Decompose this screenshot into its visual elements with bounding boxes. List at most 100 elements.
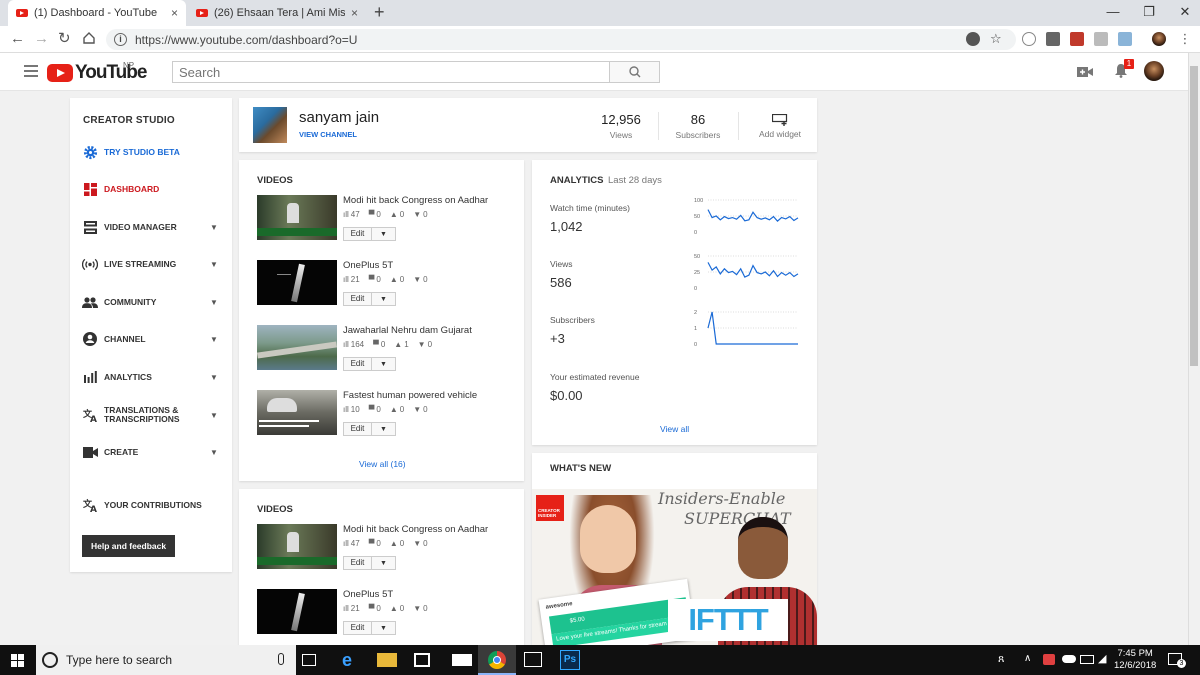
tray-app-icon[interactable] [1043, 654, 1055, 665]
bookmark-star-icon[interactable]: ☆ [990, 32, 1004, 46]
taskbar-search-box[interactable]: Type here to search [36, 645, 296, 675]
extension-gray-icon[interactable] [1094, 32, 1108, 46]
forward-icon[interactable]: → [34, 31, 49, 47]
new-tab-button[interactable]: + [374, 3, 385, 21]
taskbar-clock[interactable]: 7:45 PM 12/6/2018 [1114, 648, 1156, 672]
onedrive-icon[interactable] [1062, 655, 1076, 663]
chevron-down-icon[interactable]: ▼ [210, 373, 218, 382]
videos-card-title: VIDEOS [257, 504, 293, 515]
windows-start-icon[interactable] [11, 654, 24, 667]
chevron-down-icon[interactable]: ▼ [210, 298, 218, 307]
back-icon[interactable]: ← [10, 31, 25, 47]
extension-photo-icon[interactable] [1046, 32, 1060, 46]
video-title[interactable]: Fastest human powered vehicle [343, 390, 477, 401]
sidebar-item-live-streaming[interactable]: LIVE STREAMING ▼ [70, 254, 232, 274]
account-avatar[interactable] [1144, 61, 1164, 81]
search-button[interactable] [609, 61, 660, 83]
site-info-icon[interactable]: i [114, 33, 127, 46]
task-view-icon[interactable] [302, 654, 316, 666]
restore-button[interactable]: ❐ [1134, 4, 1164, 20]
edit-button[interactable]: Edit ▼ [343, 292, 396, 306]
edit-button[interactable]: Edit ▼ [343, 556, 396, 570]
extension-blocked-icon[interactable] [966, 32, 980, 46]
browser-tab-music[interactable]: (26) Ehsaan Tera | Ami Mishra Ft × [188, 0, 366, 26]
store-icon[interactable] [414, 653, 430, 667]
edit-button[interactable]: Edit ▼ [343, 357, 396, 371]
chevron-down-icon[interactable]: ▼ [210, 223, 218, 232]
video-title[interactable]: Modi hit back Congress on Aadhar [343, 195, 488, 206]
edit-button[interactable]: Edit ▼ [343, 621, 396, 635]
sidebar-item-translations[interactable]: 文A TRANSLATIONS & TRANSCRIPTIONS ▼ [70, 404, 232, 426]
microphone-icon[interactable] [278, 653, 284, 665]
people-tray-icon[interactable]: ጸ [998, 653, 1004, 666]
chevron-down-icon[interactable]: ▼ [210, 260, 218, 269]
window-close-button[interactable]: ✕ [1170, 4, 1200, 20]
video-thumbnail[interactable] [257, 195, 337, 240]
address-bar[interactable]: i https://www.youtube.com/dashboard?o=U [106, 29, 1016, 50]
photos-icon[interactable] [524, 652, 542, 667]
views-count: ıll 47 [343, 210, 360, 219]
mail-icon[interactable] [452, 654, 472, 666]
sidebar-item-video-manager[interactable]: VIDEO MANAGER ▼ [70, 217, 232, 237]
search-input[interactable] [172, 61, 610, 83]
upload-video-icon[interactable] [1077, 66, 1093, 78]
chevron-down-icon[interactable]: ▼ [210, 411, 218, 420]
video-thumbnail[interactable] [257, 325, 337, 370]
thumbs-down-icon: ▼ [413, 210, 422, 219]
extension-screen-icon[interactable] [1118, 32, 1132, 46]
video-title[interactable]: Jawaharlal Nehru dam Gujarat [343, 325, 472, 336]
browser-tab-dashboard[interactable]: (1) Dashboard - YouTube × [8, 0, 186, 26]
channel-avatar[interactable] [253, 107, 287, 143]
minimize-button[interactable]: — [1098, 4, 1128, 19]
edit-button[interactable]: Edit ▼ [343, 227, 396, 241]
tab-close-icon[interactable]: × [351, 6, 358, 20]
add-widget-button[interactable]: Add widget [745, 112, 815, 139]
sidebar-item-try-studio-beta[interactable]: TRY STUDIO BETA [70, 142, 232, 162]
sidebar-item-channel[interactable]: CHANNEL ▼ [70, 329, 232, 349]
sidebar-item-create[interactable]: CREATE ▼ [70, 442, 232, 462]
edge-browser-icon[interactable]: e [342, 650, 362, 670]
wifi-icon[interactable]: ◢ [1098, 652, 1106, 665]
analytics-view-all-link[interactable]: View all [660, 424, 689, 434]
revenue-label: Your estimated revenue [550, 372, 640, 382]
tray-expand-icon[interactable]: ∧ [1024, 653, 1031, 664]
extension-clock-icon[interactable] [1022, 32, 1036, 46]
view-all-videos-link[interactable]: View all (16) [359, 459, 406, 469]
video-thumbnail[interactable] [257, 524, 337, 569]
video-thumbnail[interactable] [257, 260, 337, 305]
file-explorer-icon[interactable] [377, 653, 397, 667]
action-center-icon[interactable]: 3 [1168, 653, 1186, 668]
extension-pdf-icon[interactable] [1070, 32, 1084, 46]
reload-icon[interactable]: ↻ [58, 31, 71, 47]
chrome-taskbar-button[interactable] [478, 645, 516, 675]
video-row: OnePlus 5T ıll 21 ▀ 0 ▲ 0 ▼ 0 Edit ▼ [257, 589, 519, 649]
video-title[interactable]: OnePlus 5T [343, 589, 393, 600]
youtube-logo[interactable]: YouTube NP [47, 61, 147, 84]
scrollbar-thumb[interactable] [1190, 66, 1198, 366]
sidebar-item-community[interactable]: COMMUNITY ▼ [70, 292, 232, 312]
sidebar-item-your-contributions[interactable]: 文A YOUR CONTRIBUTIONS [70, 495, 232, 515]
chevron-down-icon[interactable]: ▼ [210, 448, 218, 457]
live-icon [82, 256, 98, 272]
profile-avatar-icon[interactable] [1152, 32, 1166, 46]
dislikes-count: ▼ 0 [413, 604, 428, 613]
tab-close-icon[interactable]: × [171, 6, 178, 20]
view-channel-link[interactable]: VIEW CHANNEL [299, 130, 357, 139]
home-icon[interactable] [82, 31, 96, 45]
whats-new-image[interactable]: CREATOR INSIDER Insiders-Enable SUPERCHA… [532, 489, 817, 649]
hamburger-menu-icon[interactable] [24, 65, 38, 80]
browser-menu-icon[interactable]: ⋮ [1178, 32, 1192, 46]
video-thumbnail[interactable] [257, 390, 337, 435]
sidebar-item-analytics[interactable]: ANALYTICS ▼ [70, 367, 232, 387]
chevron-down-icon[interactable]: ▼ [210, 335, 218, 344]
battery-icon[interactable] [1080, 655, 1094, 664]
video-title[interactable]: Modi hit back Congress on Aadhar [343, 524, 488, 535]
help-feedback-button[interactable]: Help and feedback [82, 535, 176, 557]
photoshop-icon[interactable]: Ps [560, 650, 580, 670]
sidebar-item-dashboard[interactable]: DASHBOARD [70, 179, 232, 199]
edit-button[interactable]: Edit ▼ [343, 422, 396, 436]
dropdown-arrow-icon: ▼ [380, 559, 387, 567]
video-thumbnail[interactable] [257, 589, 337, 634]
url-text: https://www.youtube.com/dashboard?o=U [135, 32, 358, 47]
video-title[interactable]: OnePlus 5T [343, 260, 393, 271]
